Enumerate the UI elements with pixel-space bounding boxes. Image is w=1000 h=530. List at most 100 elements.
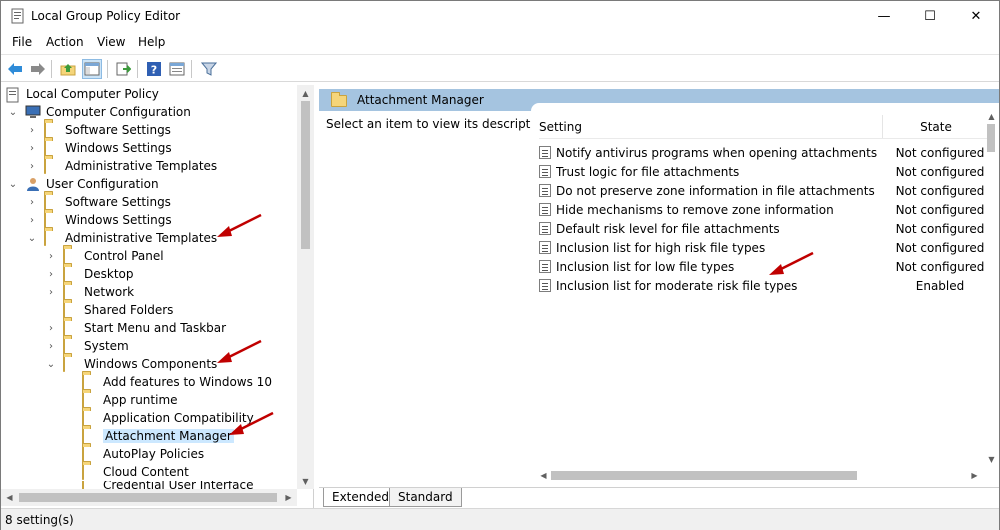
folder-icon <box>44 230 60 246</box>
tab-extended[interactable]: Extended <box>323 488 398 507</box>
menu-view[interactable]: View <box>97 35 125 49</box>
scroll-thumb[interactable] <box>301 101 310 249</box>
tree-item-autoplay-policies[interactable]: AutoPlay Policies <box>82 445 204 463</box>
tree-label: Network <box>84 285 135 299</box>
tree-item-partial[interactable]: Credential User Interface <box>82 481 253 489</box>
tree-item-cloud-content[interactable]: Cloud Content <box>82 463 189 481</box>
tree-item-add-features[interactable]: Add features to Windows 10 <box>82 373 272 391</box>
menu-file[interactable]: File <box>12 35 32 49</box>
tree-item-start-menu[interactable]: › Start Menu and Taskbar <box>45 319 226 337</box>
menu-bar: File Action View Help <box>1 32 999 54</box>
tree-item-uc-administrative-templates[interactable]: ⌄ Administrative Templates <box>26 229 217 247</box>
chevron-right-icon[interactable]: › <box>26 139 38 157</box>
tree-label: Attachment Manager <box>103 429 234 443</box>
policy-setting-icon <box>539 241 551 254</box>
tree-label: Start Menu and Taskbar <box>84 321 227 335</box>
filter-button[interactable] <box>199 59 219 79</box>
scroll-down-icon[interactable]: ▼ <box>983 451 1000 467</box>
description-text: Select an item to view its description. <box>326 117 553 131</box>
setting-name: Hide mechanisms to remove zone informati… <box>556 202 834 217</box>
close-button[interactable]: ✕ <box>953 1 999 32</box>
tree-vertical-scrollbar[interactable]: ▲ ▼ <box>297 85 314 489</box>
tree-label: AutoPlay Policies <box>103 447 205 461</box>
tree-item-local-computer-policy[interactable]: Local Computer Policy <box>5 85 159 103</box>
maximize-icon: ☐ <box>924 9 936 24</box>
scroll-thumb[interactable] <box>19 493 277 502</box>
tree-item-cc-administrative-templates[interactable]: › Administrative Templates <box>26 157 217 175</box>
tree-item-system[interactable]: › System <box>45 337 129 355</box>
maximize-button[interactable]: ☐ <box>907 1 953 32</box>
tree-item-computer-configuration[interactable]: ⌄ Computer Configuration <box>7 103 191 121</box>
show-hide-tree-button[interactable] <box>82 59 102 79</box>
back-button[interactable] <box>5 59 25 79</box>
scroll-left-icon[interactable]: ◀ <box>535 467 552 483</box>
tree-item-windows-components[interactable]: ⌄ Windows Components <box>45 355 217 373</box>
column-state[interactable]: State <box>883 115 989 138</box>
chevron-right-icon[interactable]: › <box>45 337 57 355</box>
scroll-left-icon[interactable]: ◀ <box>1 489 18 505</box>
setting-name: Inclusion list for high risk file types <box>556 240 766 255</box>
menu-help[interactable]: Help <box>138 35 165 49</box>
setting-name: Notify antivirus programs when opening a… <box>556 145 878 160</box>
up-folder-button[interactable] <box>58 59 78 79</box>
scroll-thumb[interactable] <box>551 471 857 480</box>
policy-document-icon <box>5 87 21 103</box>
folder-icon <box>331 91 347 107</box>
tree-item-app-runtime[interactable]: App runtime <box>82 391 178 409</box>
setting-row[interactable]: Notify antivirus programs when opening a… <box>539 143 999 162</box>
folder-icon <box>44 158 60 174</box>
properties-button[interactable] <box>167 59 187 79</box>
tree-item-shared-folders[interactable]: Shared Folders <box>63 301 173 319</box>
setting-row[interactable]: Do not preserve zone information in file… <box>539 181 999 200</box>
tree-label: Software Settings <box>65 195 171 209</box>
chevron-right-icon[interactable]: › <box>26 193 38 211</box>
chevron-right-icon[interactable]: › <box>45 319 57 337</box>
chevron-down-icon[interactable]: ⌄ <box>45 355 57 373</box>
folder-icon <box>44 194 60 210</box>
chevron-right-icon[interactable]: › <box>26 121 38 139</box>
chevron-right-icon[interactable]: › <box>45 265 57 283</box>
scroll-thumb[interactable] <box>987 124 995 152</box>
tree-horizontal-scrollbar[interactable]: ◀ ▶ <box>1 489 297 506</box>
chevron-right-icon[interactable]: › <box>26 157 38 175</box>
scroll-right-icon[interactable]: ▶ <box>966 467 983 483</box>
policy-editor-app-icon <box>10 8 26 24</box>
tree-item-desktop[interactable]: › Desktop <box>45 265 134 283</box>
setting-row[interactable]: Hide mechanisms to remove zone informati… <box>539 200 999 219</box>
list-vertical-scrollbar[interactable]: ▲ ▼ <box>983 108 999 467</box>
folder-icon <box>82 392 98 408</box>
chevron-down-icon[interactable]: ⌄ <box>7 175 19 193</box>
tree-item-user-configuration[interactable]: ⌄ User Configuration <box>7 175 159 193</box>
tree-label: App runtime <box>103 393 178 407</box>
tree-label: Computer Configuration <box>46 105 191 119</box>
chevron-right-icon[interactable]: › <box>45 283 57 301</box>
chevron-down-icon[interactable]: ⌄ <box>26 229 38 247</box>
setting-name: Do not preserve zone information in file… <box>556 183 875 198</box>
app-window: Local Group Policy Editor — ☐ ✕ File Act… <box>0 0 1000 530</box>
policy-setting-icon <box>539 165 551 178</box>
computer-icon <box>25 105 41 119</box>
menu-action[interactable]: Action <box>46 35 84 49</box>
tab-standard[interactable]: Standard <box>389 488 462 507</box>
chevron-right-icon[interactable]: › <box>45 247 57 265</box>
tree-label: Add features to Windows 10 <box>103 375 272 389</box>
setting-row[interactable]: Trust logic for file attachments Not con… <box>539 162 999 181</box>
export-list-button[interactable] <box>113 59 133 79</box>
forward-button[interactable] <box>28 59 48 79</box>
scroll-up-icon[interactable]: ▲ <box>983 108 1000 124</box>
list-horizontal-scrollbar[interactable]: ◀ ▶ <box>535 467 983 484</box>
setting-row[interactable]: Default risk level for file attachments … <box>539 219 999 238</box>
column-setting[interactable]: Setting <box>539 115 883 138</box>
help-button[interactable]: ? <box>144 59 164 79</box>
chevron-right-icon[interactable]: › <box>26 211 38 229</box>
tree-item-attachment-manager[interactable]: Attachment Manager <box>82 427 234 445</box>
scroll-down-icon[interactable]: ▼ <box>297 473 314 489</box>
minimize-button[interactable]: — <box>861 1 907 32</box>
chevron-down-icon[interactable]: ⌄ <box>7 103 19 121</box>
tree-item-network[interactable]: › Network <box>45 283 134 301</box>
scroll-up-icon[interactable]: ▲ <box>297 85 314 101</box>
setting-name: Inclusion list for low file types <box>556 259 735 274</box>
scroll-right-icon[interactable]: ▶ <box>280 489 297 505</box>
policy-setting-icon <box>539 260 551 273</box>
folder-icon <box>82 428 98 444</box>
